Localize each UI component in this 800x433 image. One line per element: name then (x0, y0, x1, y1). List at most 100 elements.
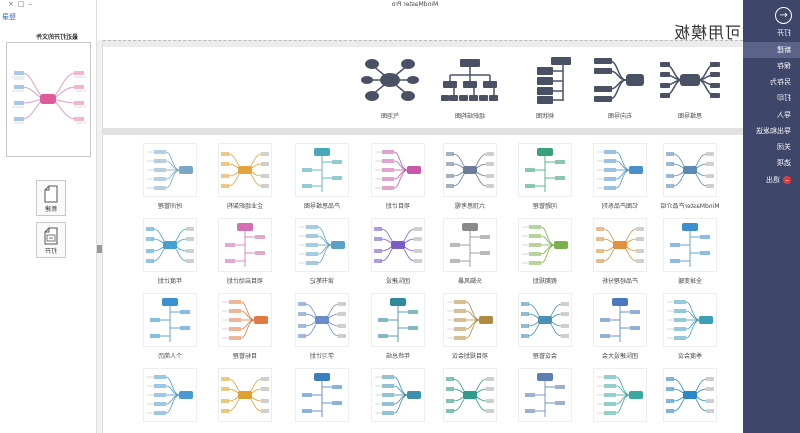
branch-node (261, 399, 269, 403)
central-topic (331, 241, 345, 249)
branch-node (636, 259, 644, 263)
template-thumbnail[interactable] (218, 218, 272, 272)
template-thumbnail[interactable] (143, 218, 197, 272)
branch-node (225, 243, 235, 247)
branch-node (221, 184, 229, 188)
template-thumbnail[interactable] (218, 143, 272, 197)
sidebar-item-new[interactable]: 新建 (743, 42, 800, 58)
branch-node (706, 387, 714, 391)
branch-node (674, 309, 686, 313)
branch-node (446, 184, 454, 188)
branch-node (180, 326, 190, 330)
sidebar-item-save[interactable]: 保存 (743, 58, 800, 74)
template-thumbnail[interactable] (218, 293, 272, 347)
branch-node (486, 162, 494, 166)
sidebar-item-label: 打开 (777, 29, 791, 37)
template-thumbnail[interactable] (518, 368, 572, 422)
template-thumbnail[interactable] (443, 293, 497, 347)
template-thumbnail[interactable] (663, 218, 717, 272)
template-thumbnail-image (446, 152, 494, 188)
template-thumbnail-image (600, 298, 640, 342)
sidebar-item-export[interactable]: 导出和发送 (743, 123, 800, 139)
template-thumbnail-image (375, 150, 421, 190)
sidebar-item-close[interactable]: 关闭 (743, 139, 800, 155)
branch-node (374, 237, 382, 241)
branch-node (604, 384, 616, 388)
template-thumbnail[interactable] (443, 143, 497, 197)
scrollbar-thumb[interactable] (97, 245, 102, 253)
template-thumbnail[interactable] (218, 368, 272, 422)
branch-node (525, 409, 535, 413)
open-button[interactable]: 打开 (36, 222, 66, 258)
back-arrow-icon[interactable]: ← (775, 7, 792, 24)
template-thumbnail-image (450, 223, 490, 267)
branch-node (374, 259, 382, 263)
template-thumbnail[interactable] (663, 368, 717, 422)
branch-node (529, 234, 541, 238)
new-button[interactable]: 新建 (36, 180, 66, 216)
template-thumbnail[interactable] (295, 218, 349, 272)
section-divider (103, 128, 743, 135)
branch-node (150, 334, 160, 338)
template-thumbnail[interactable] (443, 218, 497, 272)
template-thumbnail[interactable] (371, 143, 425, 197)
branch-node (555, 401, 565, 405)
central-topic (629, 166, 643, 174)
branch-node (302, 168, 312, 172)
sidebar-item-options[interactable]: 选项 (743, 155, 800, 171)
template-thumbnail[interactable] (371, 293, 425, 347)
branch-node (674, 318, 686, 322)
branch-line (165, 394, 181, 414)
template-thumbnail[interactable] (143, 293, 197, 347)
template-thumbnail[interactable] (295, 143, 349, 197)
sidebar-item-label: 导出和发送 (756, 127, 791, 135)
template-thumbnail[interactable] (143, 143, 197, 197)
basic-template-mind-map[interactable]: 思维导图 (660, 55, 720, 120)
basic-template-tree[interactable]: 树状图 (515, 55, 575, 120)
gallery-scrollbar[interactable] (97, 40, 103, 433)
template-thumbnail-image (522, 225, 568, 265)
basic-template-org-chart[interactable]: 组织结构图 (440, 55, 500, 120)
tree-map-icon (537, 57, 571, 104)
template-thumbnail[interactable] (593, 293, 647, 347)
template-thumbnail[interactable] (443, 368, 497, 422)
branch-node (450, 243, 460, 247)
branch-node (596, 249, 604, 253)
template-thumbnail-image (225, 223, 265, 267)
template-thumbnail[interactable] (593, 368, 647, 422)
template-thumbnail-image (597, 150, 643, 190)
branch-node (221, 409, 229, 413)
template-thumbnail[interactable] (518, 143, 572, 197)
template-thumbnail[interactable] (663, 293, 717, 347)
sidebar-item-save-as[interactable]: 另存为 (743, 74, 800, 90)
org-chart-icon (441, 59, 498, 101)
basic-template-bubble[interactable]: 气泡图 (360, 55, 420, 120)
template-thumbnail[interactable] (371, 368, 425, 422)
template-label: 全球变暖 (678, 278, 703, 285)
template-thumbnail[interactable] (518, 218, 572, 272)
branch-node (521, 312, 529, 316)
template-thumbnail[interactable] (663, 143, 717, 197)
template-thumbnail[interactable] (295, 368, 349, 422)
template-label: 产品经理分析 (602, 278, 639, 285)
central-topic (162, 298, 178, 306)
template-thumbnail[interactable] (518, 293, 572, 347)
template-thumbnail[interactable] (593, 218, 647, 272)
branch-node (666, 152, 674, 156)
template-thumbnail[interactable] (143, 368, 197, 422)
basic-template-right-map[interactable]: 右向导图 (590, 55, 650, 120)
template-thumbnail-image (525, 373, 565, 417)
branch-node (154, 186, 166, 190)
branch-node (636, 237, 644, 241)
branch-node (332, 401, 342, 405)
sidebar-item-exit[interactable]: –退出 (743, 172, 800, 188)
template-thumbnail[interactable] (593, 143, 647, 197)
branch-node (596, 227, 604, 231)
central-topic (699, 316, 713, 324)
sidebar-item-open[interactable]: 打开 (743, 25, 800, 41)
template-thumbnail[interactable] (295, 293, 349, 347)
sidebar-item-import[interactable]: 导入 (743, 107, 800, 123)
template-label: 假期规划 (533, 278, 558, 285)
template-thumbnail[interactable] (371, 218, 425, 272)
sidebar-item-print[interactable]: 打印 (743, 90, 800, 106)
